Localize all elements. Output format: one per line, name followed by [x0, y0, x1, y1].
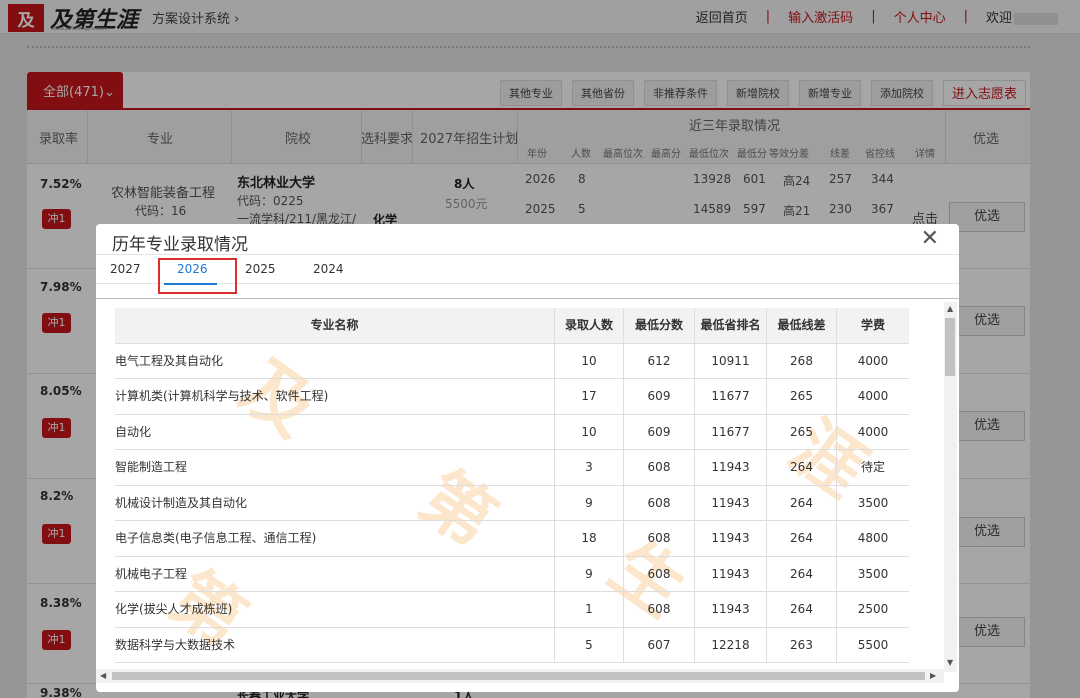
table-cell: 11677 — [694, 414, 766, 450]
table-cell: 5500 — [836, 627, 909, 663]
highlight-box — [158, 258, 237, 294]
table-row: 计算机类(计算机科学与技术、软件工程) 17 609 11677 265 4000 — [115, 379, 909, 415]
column-header: 最低线差 — [766, 308, 836, 343]
column-header: 专业名称 — [310, 318, 359, 332]
table-cell: 4000 — [836, 414, 909, 450]
table-cell: 3 — [554, 450, 623, 485]
table-cell: 264 — [766, 556, 836, 592]
table-cell: 608 — [623, 521, 694, 556]
modal-divider — [96, 298, 959, 299]
major-name-cell: 电气工程及其自动化 — [115, 353, 224, 368]
column-header: 最低省排名 — [694, 308, 766, 343]
table-row: 数据科学与大数据技术 5 607 12218 263 5500 — [115, 627, 909, 663]
table-cell: 608 — [623, 450, 694, 485]
table-cell: 265 — [766, 379, 836, 414]
table-cell: 11943 — [694, 450, 766, 485]
major-name-cell: 机械电子工程 — [115, 566, 188, 581]
table-cell: 608 — [623, 556, 694, 592]
table-cell: 4800 — [836, 521, 909, 556]
modal-title: 历年专业录取情况 — [112, 235, 248, 255]
table-cell: 3500 — [836, 485, 909, 521]
table-cell: 263 — [766, 627, 836, 663]
table-cell: 9 — [554, 485, 623, 521]
table-row: 机械电子工程 9 608 11943 264 3500 — [115, 556, 909, 592]
table-cell: 264 — [766, 592, 836, 627]
table-cell: 10 — [554, 343, 623, 379]
table-cell: 264 — [766, 521, 836, 556]
table-row: 智能制造工程 3 608 11943 264 待定 — [115, 450, 909, 486]
table-cell: 12218 — [694, 627, 766, 663]
table-cell: 11943 — [694, 556, 766, 592]
scroll-right-icon[interactable]: ▶ — [930, 671, 936, 680]
table-cell: 2500 — [836, 592, 909, 627]
tab-2027[interactable]: 2027 — [110, 262, 141, 276]
major-name-cell: 自动化 — [115, 424, 152, 439]
table-row: 化学(拔尖人才成栋班) 1 608 11943 264 2500 — [115, 592, 909, 628]
scroll-left-icon[interactable]: ◀ — [100, 671, 106, 680]
scroll-thumb[interactable] — [945, 318, 955, 376]
major-name-cell: 化学(拔尖人才成栋班) — [115, 602, 233, 616]
major-name-cell: 智能制造工程 — [115, 460, 188, 474]
table-row: 电子信息类(电子信息工程、通信工程) 18 608 11943 264 4800 — [115, 521, 909, 557]
table-cell: 11943 — [694, 521, 766, 556]
major-name-cell: 计算机类(计算机科学与技术、软件工程) — [115, 389, 329, 403]
table-cell: 268 — [766, 343, 836, 379]
table-cell: 3500 — [836, 556, 909, 592]
major-name-cell: 电子信息类(电子信息工程、通信工程) — [115, 531, 317, 545]
table-cell: 1 — [554, 592, 623, 627]
table-cell: 18 — [554, 521, 623, 556]
close-icon[interactable]: ✕ — [921, 226, 939, 251]
table-cell: 612 — [623, 343, 694, 379]
table-cell: 608 — [623, 592, 694, 627]
table-cell: 10 — [554, 414, 623, 450]
table-cell: 264 — [766, 450, 836, 485]
table-cell: 609 — [623, 414, 694, 450]
table-row: 电气工程及其自动化 10 612 10911 268 4000 — [115, 343, 909, 379]
table-cell: 9 — [554, 556, 623, 592]
table-cell: 11943 — [694, 592, 766, 627]
table-cell: 5 — [554, 627, 623, 663]
horizontal-scrollbar[interactable]: ◀ ▶ — [96, 669, 944, 683]
table-cell: 264 — [766, 485, 836, 521]
tab-2025[interactable]: 2025 — [245, 262, 276, 276]
history-admission-modal: 历年专业录取情况 ✕ 2027 2026 2025 2024 及 第 生 涯 第… — [96, 224, 959, 692]
major-name-cell: 机械设计制造及其自动化 — [115, 495, 248, 510]
column-header: 录取人数 — [554, 308, 623, 343]
table-cell: 265 — [766, 414, 836, 450]
scroll-thumb[interactable] — [112, 672, 925, 680]
major-name-cell: 数据科学与大数据技术 — [115, 637, 236, 652]
tab-2024[interactable]: 2024 — [313, 262, 344, 276]
column-header: 学费 — [836, 308, 909, 343]
table-cell: 609 — [623, 379, 694, 414]
table-cell: 17 — [554, 379, 623, 414]
table-cell: 待定 — [836, 450, 909, 485]
table-cell: 4000 — [836, 343, 909, 379]
table-cell: 4000 — [836, 379, 909, 414]
scroll-up-icon[interactable]: ▲ — [947, 304, 953, 313]
table-row: 自动化 10 609 11677 265 4000 — [115, 414, 909, 450]
table-cell: 607 — [623, 627, 694, 663]
column-header: 最低分数 — [623, 308, 694, 343]
table-cell: 11677 — [694, 379, 766, 414]
table-row: 机械设计制造及其自动化 9 608 11943 264 3500 — [115, 485, 909, 521]
table-cell: 10911 — [694, 343, 766, 379]
vertical-scrollbar[interactable]: ▲ ▼ — [944, 302, 957, 672]
table-header-row: 专业名称 录取人数 最低分数 最低省排名 最低线差 学费 — [115, 308, 909, 344]
table-cell: 11943 — [694, 485, 766, 521]
scroll-down-icon[interactable]: ▼ — [947, 658, 953, 667]
table-cell: 608 — [623, 485, 694, 521]
